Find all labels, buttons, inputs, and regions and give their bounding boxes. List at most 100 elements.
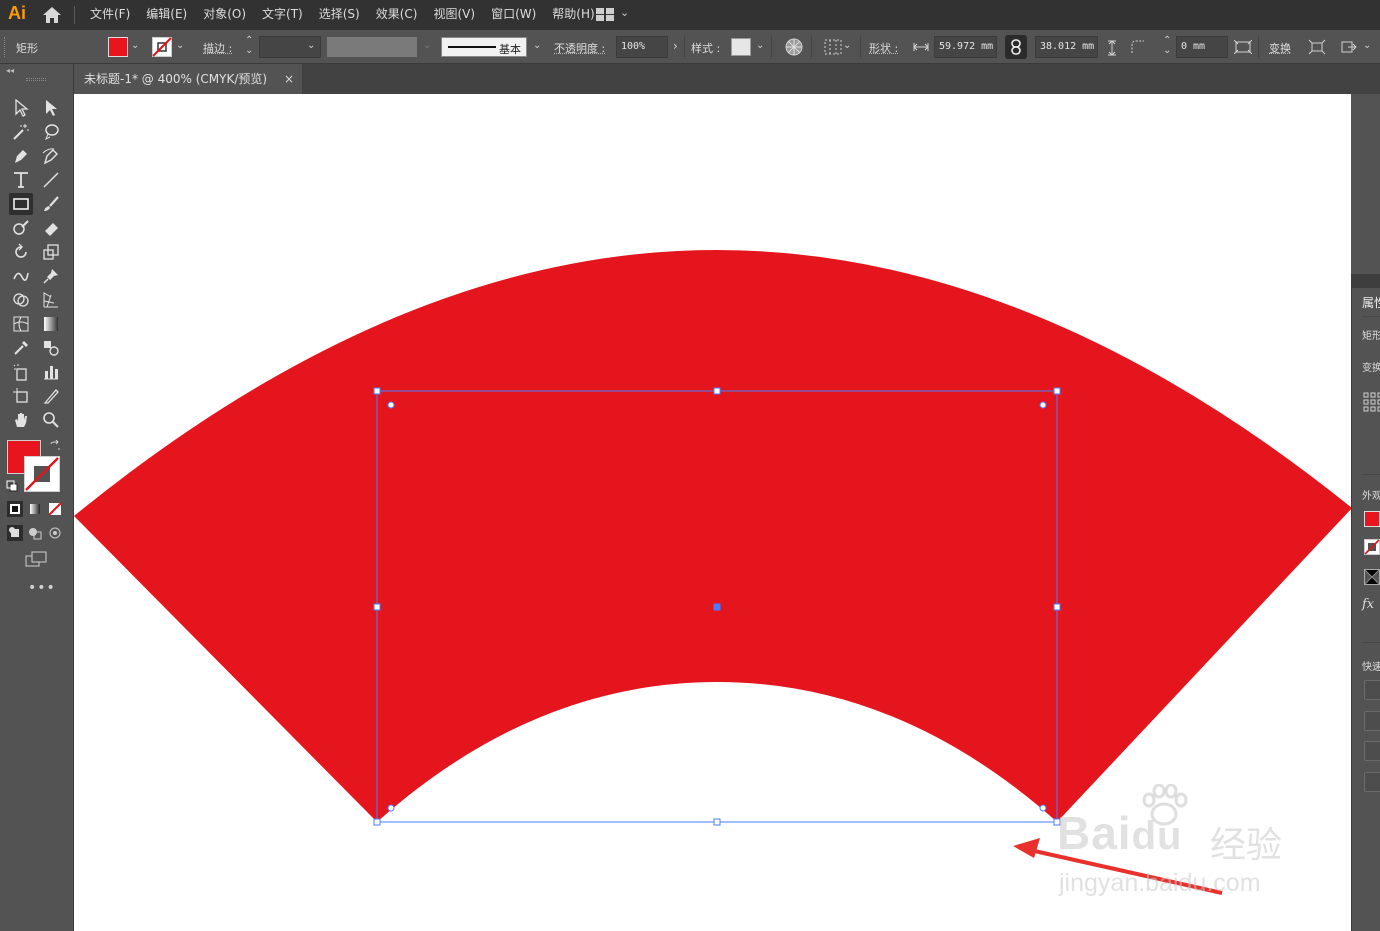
- profile-chevron-down-icon[interactable]: ⌄: [423, 40, 431, 51]
- corner-type-icon[interactable]: [1131, 40, 1147, 54]
- quick-action-button[interactable]: [1364, 741, 1380, 761]
- isolate-object-icon[interactable]: [1340, 39, 1358, 55]
- panel-menu-chevron-down-icon[interactable]: ⌄: [1363, 40, 1371, 51]
- brush-definition[interactable]: 基本: [441, 37, 527, 57]
- magic-wand-tool[interactable]: [9, 121, 33, 143]
- document-tab[interactable]: 未标题-1* @ 400% (CMYK/预览) ×: [74, 64, 302, 94]
- handle-bottom-center[interactable]: [713, 818, 721, 826]
- stroke-color-box[interactable]: [24, 456, 60, 492]
- scale-tool[interactable]: [39, 241, 63, 263]
- quick-action-button[interactable]: [1364, 772, 1380, 792]
- menu-select[interactable]: 选择(S): [311, 0, 368, 30]
- screen-mode-icon[interactable]: [25, 551, 47, 567]
- workspace-switcher-icon[interactable]: [596, 8, 614, 21]
- curvature-tool[interactable]: [39, 145, 63, 167]
- eraser-tool[interactable]: [39, 217, 63, 239]
- selection-tool[interactable]: [9, 97, 33, 119]
- perspective-grid-tool[interactable]: [39, 289, 63, 311]
- align-grid-icon[interactable]: [824, 39, 842, 55]
- red-fan-shape[interactable]: [74, 250, 1351, 822]
- corner-widget-bottom-right[interactable]: [1039, 804, 1047, 812]
- menu-type[interactable]: 文字(T): [254, 0, 311, 30]
- width-field[interactable]: 59.972 mm: [934, 36, 997, 58]
- opacity-expand-icon[interactable]: ›: [673, 39, 678, 53]
- gradient-mode-button[interactable]: [27, 501, 43, 517]
- stroke-weight-chevron-down-icon[interactable]: ⌄: [307, 40, 315, 51]
- style-chevron-down-icon[interactable]: ⌄: [756, 40, 764, 51]
- stroke-none-swatch[interactable]: [152, 37, 172, 57]
- transform-link[interactable]: 变换: [1269, 40, 1291, 56]
- handle-bottom-left[interactable]: [373, 818, 381, 826]
- line-segment-tool[interactable]: [39, 169, 63, 191]
- artboard-tool[interactable]: [9, 385, 33, 407]
- fill-swatch[interactable]: [108, 37, 128, 57]
- appearance-stroke-swatch[interactable]: [1364, 539, 1380, 555]
- reference-point-icon[interactable]: [1363, 392, 1380, 412]
- blend-tool[interactable]: [39, 337, 63, 359]
- control-bar-gripper[interactable]: [4, 37, 7, 57]
- menu-window[interactable]: 窗口(W): [483, 0, 544, 30]
- appearance-opacity-icon[interactable]: [1364, 569, 1380, 585]
- puppet-warp-tool[interactable]: [39, 265, 63, 287]
- menu-edit[interactable]: 编辑(E): [138, 0, 195, 30]
- corner-stepper-icon[interactable]: ⌃ ⌄: [1163, 36, 1171, 56]
- direct-selection-tool[interactable]: [39, 97, 63, 119]
- stroke-weight-stepper-icon[interactable]: ⌃ ⌄: [245, 36, 253, 56]
- opacity-label[interactable]: 不透明度 :: [554, 40, 605, 56]
- properties-panel-title[interactable]: 属性: [1362, 294, 1380, 311]
- close-tab-icon[interactable]: ×: [284, 64, 294, 94]
- quick-action-button[interactable]: [1364, 711, 1380, 731]
- handle-top-center[interactable]: [713, 387, 721, 395]
- handle-middle-right[interactable]: [1053, 603, 1061, 611]
- gradient-tool[interactable]: [39, 313, 63, 335]
- rotate-tool[interactable]: [9, 241, 33, 263]
- slice-tool[interactable]: [39, 385, 63, 407]
- draw-normal-button[interactable]: [7, 525, 23, 541]
- appearance-fill-swatch[interactable]: [1364, 511, 1380, 527]
- pen-tool[interactable]: [9, 145, 33, 167]
- handle-top-right[interactable]: [1053, 387, 1061, 395]
- corner-widget-top-left[interactable]: [387, 401, 395, 409]
- corner-radius-field[interactable]: 0 mm: [1176, 36, 1228, 58]
- tools-panel-gripper[interactable]: [26, 78, 46, 81]
- more-shape-options-icon[interactable]: [1234, 40, 1252, 54]
- collapse-panel-icon[interactable]: ◂◂: [6, 66, 14, 75]
- menu-object[interactable]: 对象(O): [195, 0, 254, 30]
- artboard-canvas[interactable]: Baidu 经验 jingyan.baidu.com: [74, 94, 1351, 931]
- swap-fill-stroke-icon[interactable]: [49, 440, 61, 452]
- color-mode-button[interactable]: [7, 501, 23, 517]
- draw-inside-button[interactable]: [47, 525, 63, 541]
- stroke-label[interactable]: 描边 :: [203, 40, 232, 56]
- menu-help[interactable]: 帮助(H): [544, 0, 602, 30]
- handle-middle-left[interactable]: [373, 603, 381, 611]
- shaper-tool[interactable]: [9, 217, 33, 239]
- constrain-proportions-button[interactable]: [1005, 35, 1027, 59]
- graphic-style-swatch[interactable]: [731, 38, 751, 56]
- fill-chevron-down-icon[interactable]: ⌄: [131, 40, 139, 51]
- type-tool[interactable]: [9, 169, 33, 191]
- shape-label[interactable]: 形状 :: [869, 40, 898, 56]
- transform-each-icon[interactable]: [1308, 39, 1326, 55]
- zoom-tool[interactable]: [39, 409, 63, 431]
- quick-action-button[interactable]: [1364, 680, 1380, 700]
- fx-effects-icon[interactable]: fx: [1362, 597, 1374, 612]
- draw-behind-button[interactable]: [27, 525, 43, 541]
- column-graph-tool[interactable]: [39, 361, 63, 383]
- handle-top-left[interactable]: [373, 387, 381, 395]
- corner-widget-top-right[interactable]: [1039, 401, 1047, 409]
- stroke-chevron-down-icon[interactable]: ⌄: [176, 40, 184, 51]
- none-mode-button[interactable]: [47, 501, 63, 517]
- variable-width-profile[interactable]: [327, 37, 417, 57]
- corner-widget-bottom-left[interactable]: [387, 804, 395, 812]
- symbol-sprayer-tool[interactable]: [9, 361, 33, 383]
- align-chevron-down-icon[interactable]: ⌄: [843, 40, 851, 51]
- menu-file[interactable]: 文件(F): [82, 0, 138, 30]
- brush-chevron-down-icon[interactable]: ⌄: [533, 40, 541, 51]
- edit-toolbar-ellipsis-icon[interactable]: •••: [28, 580, 56, 596]
- workspace-chevron-down-icon[interactable]: ⌄: [620, 6, 629, 19]
- lasso-tool[interactable]: [39, 121, 63, 143]
- hand-tool[interactable]: [9, 409, 33, 431]
- rectangle-tool[interactable]: [9, 193, 33, 215]
- paintbrush-tool[interactable]: [39, 193, 63, 215]
- default-fill-stroke-icon[interactable]: [6, 480, 18, 492]
